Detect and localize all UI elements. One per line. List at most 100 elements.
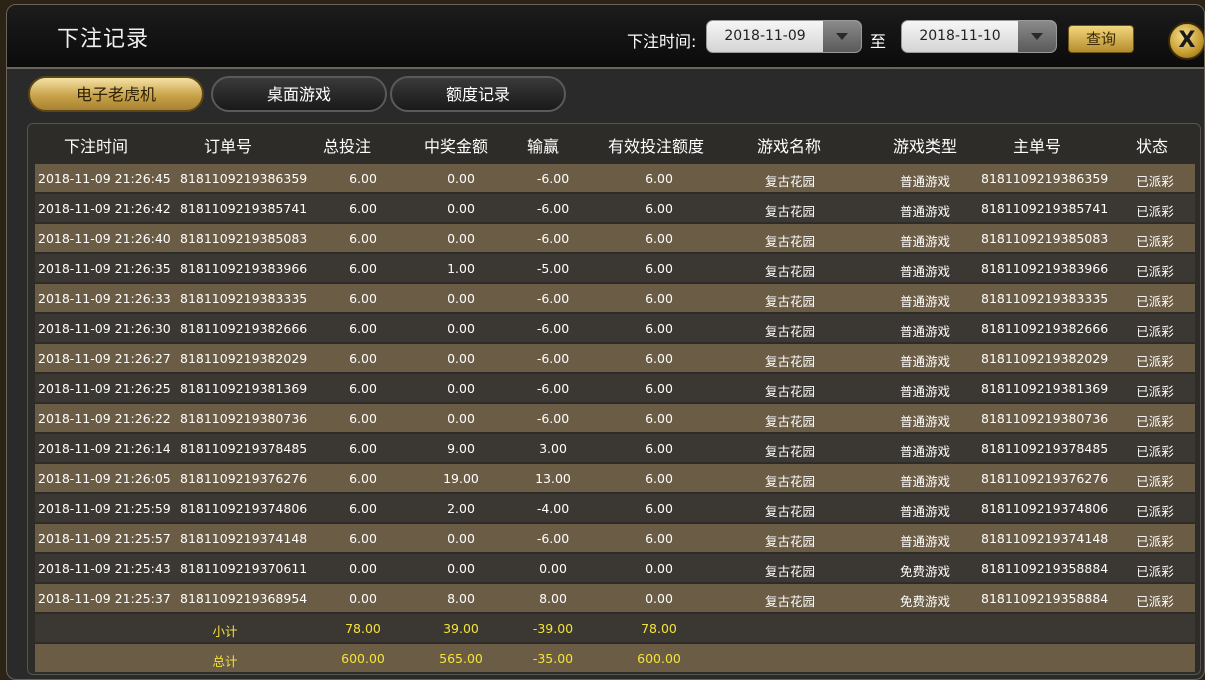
table-row[interactable]: 2018-11-09 21:26:30 8181109219382666 6.00 0… <box>35 314 1195 342</box>
table-cell: 普通游戏 <box>899 474 950 489</box>
table-cell: 6.00 <box>645 261 673 276</box>
table-cell: 8181109219380736 <box>981 411 1109 426</box>
end-date-select[interactable]: 2018-11-10 <box>901 20 1057 53</box>
total-row-label: 总计 <box>212 654 238 669</box>
table-cell: 2018-11-09 21:26:25 <box>38 381 171 396</box>
table-cell: 8181109219386359 <box>180 171 308 186</box>
table-cell: -6.00 <box>536 231 570 246</box>
table-row[interactable]: 2018-11-09 21:26:33 8181109219383335 6.00 0… <box>35 284 1195 312</box>
query-button[interactable]: 查询 <box>1068 25 1134 53</box>
table-cell: 已派彩 <box>1136 354 1174 369</box>
start-date-value: 2018-11-09 <box>724 28 806 44</box>
table-cell: 6.00 <box>349 201 377 216</box>
table-cell: 2018-11-09 21:26:45 <box>38 171 171 186</box>
table-cell: 已派彩 <box>1136 504 1174 519</box>
table-cell: 8181109219374148 <box>180 531 308 546</box>
table-cell: 6.00 <box>645 441 673 456</box>
table-row[interactable]: 2018-11-09 21:26:05 8181109219376276 6.00 1… <box>35 464 1195 492</box>
table-row[interactable]: 2018-11-09 21:25:57 8181109219374148 6.00 0… <box>35 524 1195 552</box>
column-header: 输赢 <box>526 137 560 156</box>
table-cell: 8181109219385083 <box>180 231 308 246</box>
table-cell: 2018-11-09 21:26:14 <box>38 441 171 456</box>
end-date-dropdown-button[interactable] <box>1018 21 1056 52</box>
table-cell: 8181109219385741 <box>981 201 1109 216</box>
table-cell: 2018-11-09 21:26:42 <box>38 201 171 216</box>
table-cell: 8181109219358884 <box>981 591 1109 606</box>
column-header: 游戏类型 <box>892 137 958 156</box>
table-cell: 8181109219382666 <box>180 321 308 336</box>
table-cell: 已派彩 <box>1136 474 1174 489</box>
table-cell: 复古花园 <box>764 174 815 189</box>
table-cell: 3.00 <box>539 441 567 456</box>
table-row[interactable]: 2018-11-09 21:26:45 8181109219386359 6.00 0… <box>35 164 1195 192</box>
table-cell: 已派彩 <box>1136 414 1174 429</box>
table-row[interactable]: 2018-11-09 21:25:43 8181109219370611 0.00 0… <box>35 554 1195 582</box>
column-header: 主单号 <box>1012 137 1062 156</box>
table-cell: 0.00 <box>447 351 475 366</box>
table-cell: 8181109219374806 <box>180 501 308 516</box>
table-cell: -6.00 <box>536 291 570 306</box>
table-cell: 0.00 <box>645 591 673 606</box>
table-cell: 普通游戏 <box>899 504 950 519</box>
total-row-valid: 600.00 <box>637 651 681 666</box>
table-row[interactable]: 2018-11-09 21:26:42 8181109219385741 6.00 0… <box>35 194 1195 222</box>
table-cell: 2018-11-09 21:26:40 <box>38 231 171 246</box>
column-header: 中奖金额 <box>423 137 489 156</box>
table-cell: 0.00 <box>447 321 475 336</box>
table-cell: 8181109219382029 <box>180 351 308 366</box>
subtotal-row-label: 小计 <box>212 624 238 639</box>
table-cell: 6.00 <box>349 261 377 276</box>
table-cell: 6.00 <box>349 411 377 426</box>
table-cell: 6.00 <box>349 321 377 336</box>
table-cell: 已派彩 <box>1136 204 1174 219</box>
table-body: 2018-11-09 21:26:45 8181109219386359 6.00 0… <box>35 164 1195 674</box>
table-cell: 复古花园 <box>764 264 815 279</box>
tab-slot-machine[interactable]: 电子老虎机 <box>28 76 204 112</box>
table-cell: 2018-11-09 21:25:43 <box>38 561 171 576</box>
table-cell: 普通游戏 <box>899 234 950 249</box>
table-row[interactable]: 2018-11-09 21:26:14 8181109219378485 6.00 9… <box>35 434 1195 462</box>
table-cell: 8.00 <box>539 591 567 606</box>
table-cell: -6.00 <box>536 321 570 336</box>
table-cell: 19.00 <box>443 471 479 486</box>
total-row: 总计 600.00 565.00 -35.00 600.00 <box>35 644 1195 672</box>
tab-table-games[interactable]: 桌面游戏 <box>211 76 387 112</box>
table-cell: 0.00 <box>447 411 475 426</box>
start-date-select[interactable]: 2018-11-09 <box>706 20 862 53</box>
table-row[interactable]: 2018-11-09 21:26:40 8181109219385083 6.00 0… <box>35 224 1195 252</box>
table-cell: 8181109219358884 <box>981 561 1109 576</box>
subtotal-row: 小计 78.00 39.00 -39.00 78.00 <box>35 614 1195 642</box>
start-date-dropdown-button[interactable] <box>823 21 861 52</box>
table-row[interactable]: 2018-11-09 21:26:25 8181109219381369 6.00 0… <box>35 374 1195 402</box>
tab-credit-record[interactable]: 额度记录 <box>390 76 566 112</box>
table-cell: 0.00 <box>349 561 377 576</box>
table-cell: 1.00 <box>447 261 475 276</box>
chevron-down-icon <box>836 33 848 40</box>
table-cell: 复古花园 <box>764 384 815 399</box>
table-cell: 普通游戏 <box>899 264 950 279</box>
table-cell: 2018-11-09 21:25:59 <box>38 501 171 516</box>
table-cell: 9.00 <box>447 441 475 456</box>
table-cell: -5.00 <box>536 261 570 276</box>
table-row[interactable]: 2018-11-09 21:26:27 8181109219382029 6.00 0… <box>35 344 1195 372</box>
table-row[interactable]: 2018-11-09 21:25:37 8181109219368954 0.00 8… <box>35 584 1195 612</box>
table-cell: 6.00 <box>349 351 377 366</box>
table-cell: 0.00 <box>447 231 475 246</box>
close-button[interactable]: X <box>1168 22 1204 60</box>
table-cell: 2018-11-09 21:26:35 <box>38 261 171 276</box>
table-cell: 普通游戏 <box>899 174 950 189</box>
table-row[interactable]: 2018-11-09 21:25:59 8181109219374806 6.00 2… <box>35 494 1195 522</box>
table-cell: 6.00 <box>349 441 377 456</box>
table-cell: 已派彩 <box>1136 594 1174 609</box>
table-cell: 8181109219380736 <box>180 411 308 426</box>
table-cell: 0.00 <box>447 381 475 396</box>
table-cell: 6.00 <box>645 201 673 216</box>
table-cell: 8181109219381369 <box>180 381 308 396</box>
column-header: 状态 <box>1135 137 1169 156</box>
table-header: 下注时间 订单号 总投注 中奖金额 输赢 有效投注额度 游戏名称 游戏类型 主单… <box>28 124 1200 164</box>
table-cell: 普通游戏 <box>899 534 950 549</box>
column-header: 总投注 <box>322 137 372 156</box>
table-row[interactable]: 2018-11-09 21:26:35 8181109219383966 6.00 1… <box>35 254 1195 282</box>
total-row-win: 565.00 <box>439 651 483 666</box>
table-row[interactable]: 2018-11-09 21:26:22 8181109219380736 6.00 0… <box>35 404 1195 432</box>
